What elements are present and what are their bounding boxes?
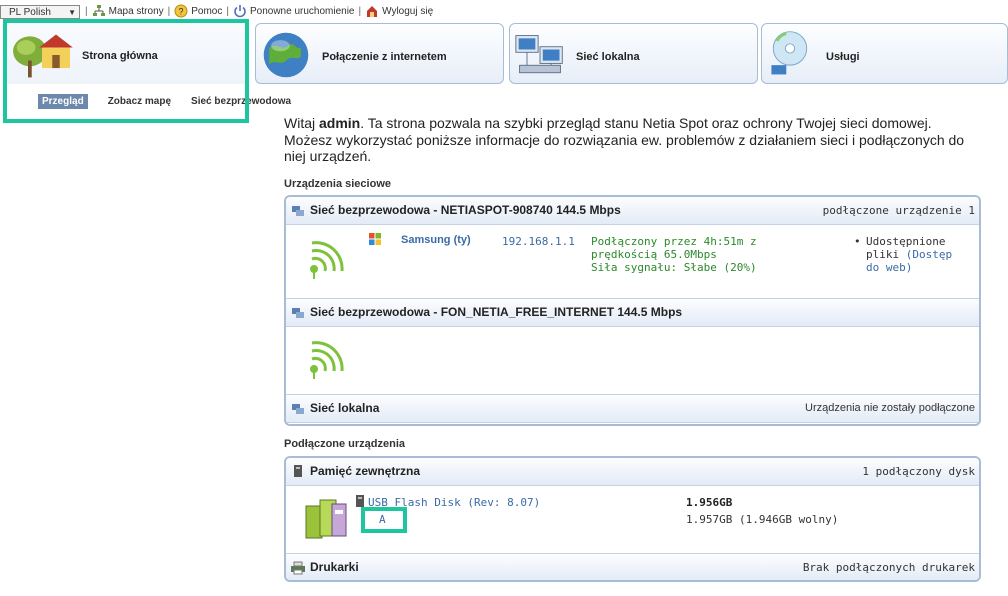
wireless1-status: podłączone urządzenie 1	[822, 204, 975, 217]
disk-free: 1.957GB (1.946GB wolny)	[686, 513, 839, 526]
subtab-wireless[interactable]: Sieć bezprzewodowa	[191, 96, 291, 107]
device-connection-info: Podłączony przez 4h:51m z prędkością 65.…	[591, 235, 757, 274]
disk-size: 1.956GB	[686, 496, 733, 509]
language-select-value: PL Polish	[9, 7, 51, 18]
tab-internet-connection-label: Połączenie z internetem	[322, 51, 447, 63]
top-bar: PL Polish ▼ | Mapa strony | ? Pomoc | Po…	[0, 0, 1008, 22]
network-devices-title: Urządzenia sieciowe	[284, 178, 391, 190]
network-header-icon	[292, 308, 304, 318]
storage-title: Pamięć zewnętrzna	[310, 464, 421, 478]
sitemap-icon	[92, 5, 105, 16]
globe-icon	[263, 32, 309, 78]
printers-status: Brak podłączonych drukarek	[802, 561, 975, 574]
wireless2-body	[286, 327, 979, 394]
wireless2-title: Sieć bezprzewodowa - FON_NETIA_FREE_INTE…	[310, 305, 683, 319]
disk-icon	[356, 495, 364, 507]
chevron-down-icon: ▼	[68, 8, 76, 17]
usb-drives-icon	[305, 499, 347, 539]
device-sharing-info: • Udostępnione pliki (Dostęp do web)	[854, 235, 953, 274]
tab-services-label: Usługi	[826, 51, 860, 63]
power-icon	[234, 5, 246, 18]
restart-link[interactable]: Ponowne uruchomienie	[250, 6, 355, 17]
language-select[interactable]: PL Polish ▼	[0, 5, 80, 19]
disc-icon	[771, 31, 808, 75]
help-icon: ?	[174, 4, 188, 18]
windows-icon	[369, 233, 381, 245]
wifi-signal-icon	[310, 341, 344, 379]
subtab-view-map[interactable]: Zobacz mapę	[108, 96, 171, 107]
printers-title: Drukarki	[310, 560, 359, 574]
tab-internet-connection[interactable]: Połączenie z internetem	[255, 23, 504, 84]
intro-text: Witaj admin. Ta strona pozwala na szybki…	[284, 115, 965, 164]
help-link[interactable]: Pomoc	[191, 6, 222, 17]
network-devices-panel: Sieć bezprzewodowa - NETIASPOT-908740 14…	[284, 195, 981, 426]
network-header-icon	[292, 206, 304, 216]
connected-devices-title: Podłączone urządzenia	[284, 438, 406, 450]
tab-local-network[interactable]: Sieć lokalna	[509, 23, 758, 84]
wireless1-header: Sieć bezprzewodowa - NETIASPOT-908740 14…	[286, 197, 979, 225]
sub-navigation: Przegląd Zobacz mapę Sieć bezprzewodowa	[38, 94, 311, 109]
tab-home[interactable]: Strona główna	[5, 23, 248, 84]
device-name-link[interactable]: Samsung (ty)	[401, 234, 471, 246]
partition-highlight	[361, 507, 407, 533]
device-ip: 192.168.1.1	[502, 235, 575, 248]
username: admin	[319, 115, 361, 131]
house-tree-icon	[13, 34, 73, 78]
subtab-overview[interactable]: Przegląd	[38, 94, 88, 109]
wireless1-body: Samsung (ty) 192.168.1.1 Podłączony prze…	[286, 225, 979, 298]
logout-link[interactable]: Wyloguj się	[382, 6, 433, 17]
storage-header: Pamięć zewnętrzna 1 podłączony dysk	[286, 458, 979, 486]
sitemap-link[interactable]: Mapa strony	[109, 6, 164, 17]
wifi-signal-icon	[310, 241, 344, 279]
wireless2-header: Sieć bezprzewodowa - FON_NETIA_FREE_INTE…	[286, 298, 979, 327]
storage-icon	[294, 465, 302, 477]
printers-header: Drukarki Brak podłączonych drukarek	[286, 553, 979, 580]
svg-text:?: ?	[179, 7, 184, 17]
tab-services[interactable]: Usługi	[761, 23, 1008, 84]
tab-home-label: Strona główna	[82, 50, 158, 62]
lan-status: Urządzenia nie zostały podłączone	[805, 402, 975, 414]
wireless1-title: Sieć bezprzewodowa - NETIASPOT-908740 14…	[310, 203, 621, 217]
lan-title: Sieć lokalna	[310, 401, 380, 415]
network-header-icon	[292, 404, 304, 414]
lan-header: Sieć lokalna Urządzenia nie zostały podł…	[286, 394, 979, 423]
storage-status: 1 podłączony dysk	[862, 465, 975, 478]
tab-local-network-label: Sieć lokalna	[576, 51, 640, 63]
network-computers-icon	[515, 35, 563, 74]
logout-icon	[367, 6, 378, 17]
printer-icon	[291, 561, 305, 575]
